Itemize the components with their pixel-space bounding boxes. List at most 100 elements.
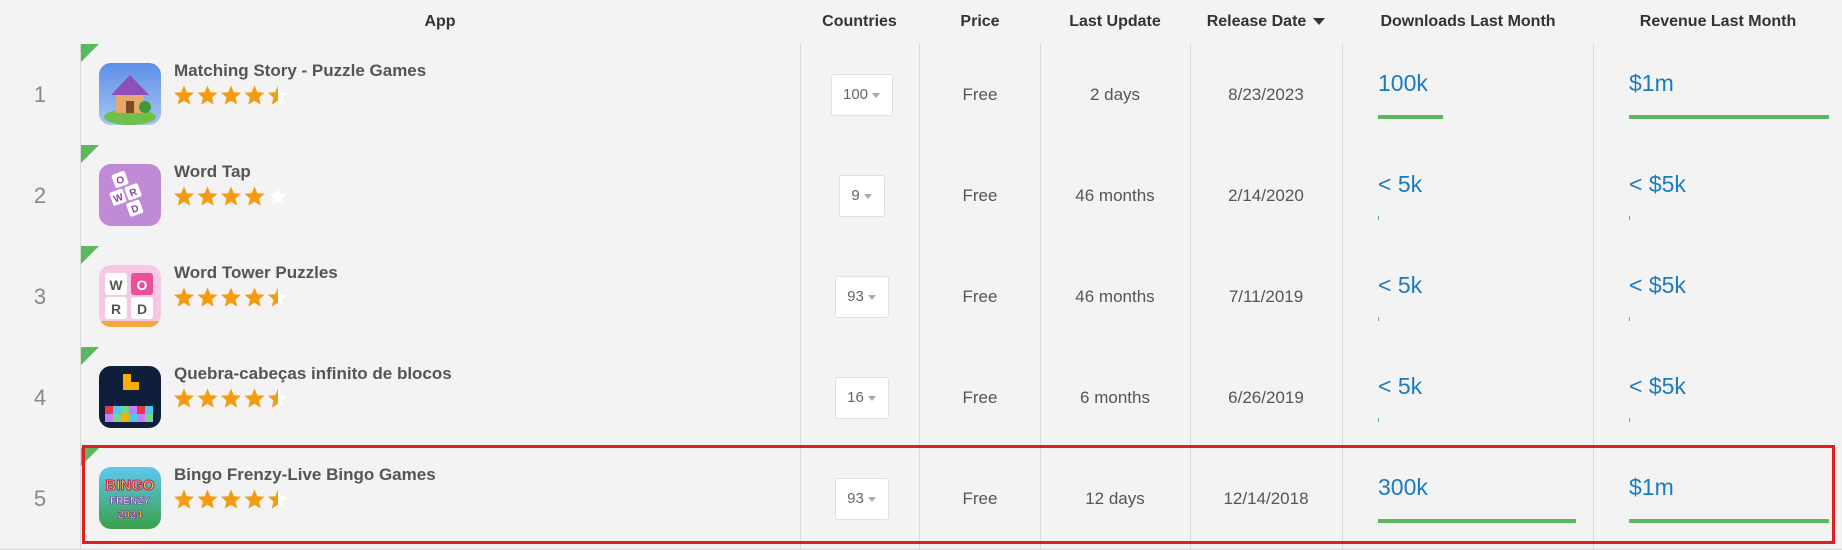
last-update-cell: 6 months	[1080, 388, 1150, 407]
new-indicator-corner	[81, 347, 99, 365]
table-row[interactable]: 4 Quebra-cabeças infinito de blocos 16 Free…	[0, 347, 1842, 449]
revenue-value-link[interactable]: $1m	[1629, 474, 1674, 501]
downloads-bar	[1378, 317, 1379, 321]
downloads-bar	[1378, 418, 1379, 422]
column-header-countries[interactable]: Countries	[800, 0, 919, 44]
release-date-cell: 8/23/2023	[1228, 85, 1304, 104]
revenue-bar	[1629, 317, 1630, 321]
countries-cell: 93	[800, 448, 919, 549]
revenue-bar	[1629, 519, 1829, 523]
block-puzzle-app-icon[interactable]	[99, 366, 161, 428]
revenue-value-link[interactable]: $1m	[1629, 70, 1674, 97]
revenue-bar	[1629, 216, 1630, 220]
column-divider	[1342, 145, 1343, 246]
chevron-down-icon	[872, 92, 881, 98]
countries-cell: 9	[800, 145, 919, 246]
price-cell: Free	[962, 489, 998, 508]
svg-text:D: D	[137, 301, 147, 317]
column-divider	[1342, 448, 1343, 549]
column-divider	[1593, 145, 1594, 246]
downloads-bar	[1378, 519, 1576, 523]
column-divider	[1342, 44, 1343, 145]
countries-count: 93	[847, 490, 864, 507]
countries-count: 16	[847, 389, 864, 406]
app-name-link[interactable]: Word Tower Puzzles	[174, 263, 338, 283]
app-name-link[interactable]: Word Tap	[174, 162, 251, 182]
last-update-cell: 46 months	[1075, 287, 1155, 306]
chevron-down-icon	[867, 496, 876, 502]
svg-text:O: O	[137, 277, 148, 293]
star-rating	[173, 286, 291, 314]
column-header-revenue[interactable]: Revenue Last Month	[1594, 0, 1842, 44]
chevron-down-icon	[867, 294, 876, 300]
column-header-release-date[interactable]: Release Date	[1190, 0, 1342, 44]
rank-number: 3	[33, 284, 47, 309]
rank-number: 4	[33, 385, 47, 410]
downloads-value-link[interactable]: < 5k	[1378, 171, 1422, 198]
bingo-frenzy-app-icon[interactable]: BINGO FRENZY 2024	[99, 467, 161, 529]
app-name-link[interactable]: Matching Story - Puzzle Games	[174, 61, 426, 81]
revenue-value-link[interactable]: < $5k	[1629, 171, 1686, 198]
countries-cell: 93	[800, 246, 919, 347]
column-header-app[interactable]: App	[300, 0, 580, 44]
release-date-cell: 6/26/2019	[1228, 388, 1304, 407]
countries-dropdown[interactable]: 16	[834, 377, 889, 419]
column-divider	[1593, 246, 1594, 347]
countries-count: 9	[851, 187, 860, 204]
column-divider	[1593, 347, 1594, 448]
price-cell: Free	[962, 287, 998, 306]
countries-count: 100	[842, 86, 869, 103]
svg-text:2024: 2024	[118, 509, 143, 521]
new-indicator-corner	[81, 246, 99, 264]
countries-dropdown[interactable]: 100	[830, 74, 893, 116]
star-rating	[173, 84, 291, 112]
price-cell: Free	[962, 186, 998, 205]
price-cell: Free	[962, 388, 998, 407]
column-divider	[1593, 448, 1594, 549]
last-update-cell: 12 days	[1085, 489, 1145, 508]
rank-number: 5	[33, 486, 47, 511]
downloads-value-link[interactable]: < 5k	[1378, 272, 1422, 299]
countries-dropdown[interactable]: 93	[834, 478, 889, 520]
word-tap-app-icon[interactable]: OWRD	[99, 164, 161, 226]
last-update-cell: 2 days	[1089, 85, 1141, 104]
downloads-value-link[interactable]: 100k	[1378, 70, 1428, 97]
column-header-downloads[interactable]: Downloads Last Month	[1343, 0, 1593, 44]
word-tower-app-icon[interactable]: WORD	[99, 265, 161, 327]
svg-text:W: W	[109, 277, 123, 293]
star-rating	[173, 488, 291, 516]
countries-cell: 16	[800, 347, 919, 448]
downloads-bar	[1378, 115, 1443, 119]
last-update-cell: 46 months	[1075, 186, 1155, 205]
chevron-down-icon	[867, 395, 876, 401]
release-date-cell: 2/14/2020	[1228, 186, 1304, 205]
table-row[interactable]: 5 BINGO FRENZY 2024 Bingo Frenzy-Live Bingo …	[0, 448, 1842, 550]
revenue-value-link[interactable]: < $5k	[1629, 272, 1686, 299]
column-header-last-update[interactable]: Last Update	[1040, 0, 1190, 44]
revenue-bar	[1629, 418, 1630, 422]
downloads-value-link[interactable]: < 5k	[1378, 373, 1422, 400]
new-indicator-corner	[81, 448, 99, 466]
revenue-value-link[interactable]: < $5k	[1629, 373, 1686, 400]
countries-dropdown[interactable]: 93	[834, 276, 889, 318]
countries-dropdown[interactable]: 9	[838, 175, 885, 217]
price-cell: Free	[962, 85, 998, 104]
downloads-value-link[interactable]: 300k	[1378, 474, 1428, 501]
table-row[interactable]: 2 O W R D Word Tap 9 Free 46 months 2/14/2020 < 5k…	[0, 145, 1842, 247]
release-date-cell: 7/11/2019	[1228, 287, 1304, 306]
table-row[interactable]: 3 W O R D Word Tower Puzzles 93 Free 46 months 7/…	[0, 246, 1842, 348]
rank-number: 2	[33, 183, 47, 208]
app-name-link[interactable]: Quebra-cabeças infinito de blocos	[174, 364, 452, 384]
matching-story-app-icon[interactable]	[99, 63, 161, 125]
new-indicator-corner	[81, 145, 99, 163]
app-name-link[interactable]: Bingo Frenzy-Live Bingo Games	[174, 465, 436, 485]
column-header-price[interactable]: Price	[920, 0, 1040, 44]
rank-number: 1	[33, 82, 47, 107]
column-divider	[1593, 44, 1594, 145]
svg-text:FRENZY: FRENZY	[110, 496, 150, 507]
table-row[interactable]: 1 Matching Story - Puzzle Games 100 Free 2 d…	[0, 44, 1842, 146]
svg-text:R: R	[111, 301, 121, 317]
chevron-down-icon	[863, 193, 872, 199]
column-divider	[1342, 347, 1343, 448]
countries-cell: 100	[800, 44, 919, 145]
